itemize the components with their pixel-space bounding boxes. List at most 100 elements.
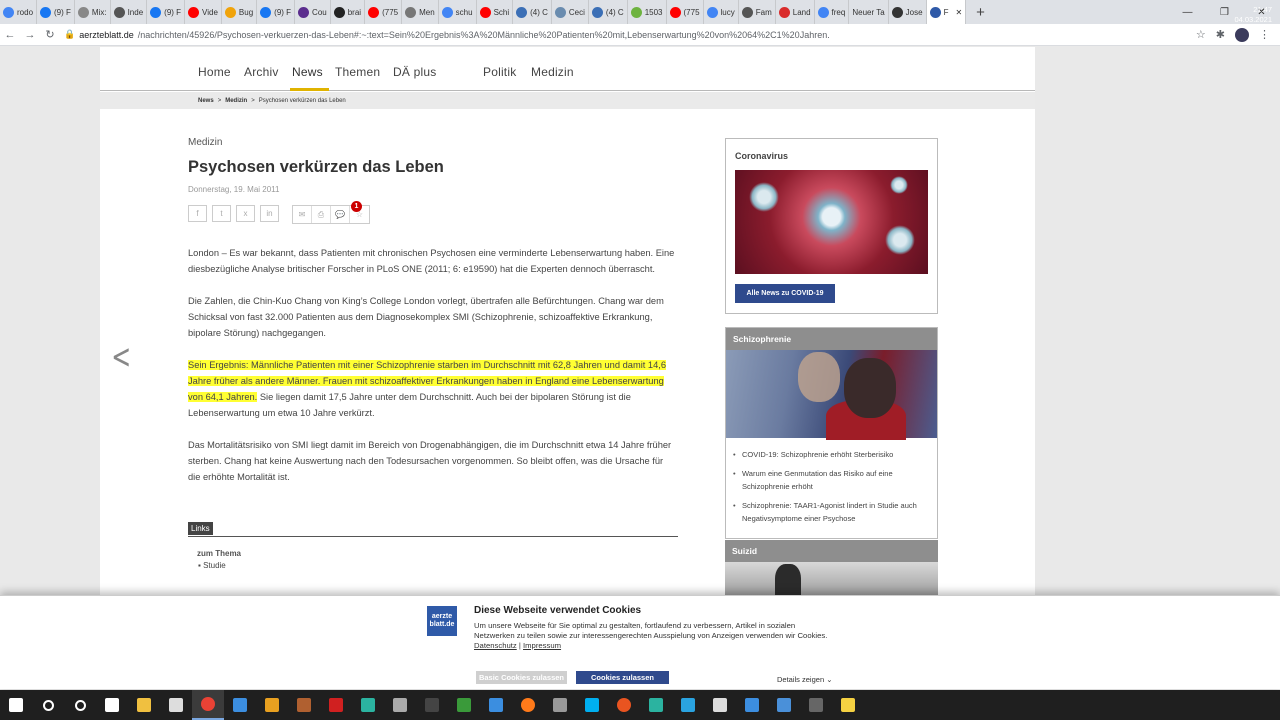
xing-share-icon[interactable]: x bbox=[236, 205, 255, 222]
browser-tab[interactable]: Jose bbox=[889, 0, 927, 24]
menu-icon[interactable]: ⋮ bbox=[1259, 28, 1270, 41]
app-pen-icon[interactable] bbox=[288, 690, 320, 720]
browser-tab[interactable]: freq bbox=[815, 0, 850, 24]
app-circle-icon[interactable] bbox=[384, 690, 416, 720]
nav-politik[interactable]: Politik bbox=[483, 65, 516, 79]
list-item[interactable]: COVID-19: Schizophrenie erhöht Sterberis… bbox=[733, 448, 929, 461]
notes-icon[interactable] bbox=[832, 690, 864, 720]
skype-icon[interactable] bbox=[576, 690, 608, 720]
browser-tab[interactable]: Neuer Ta bbox=[849, 0, 889, 24]
browser-tab[interactable]: (9) F bbox=[37, 0, 75, 24]
app-live-icon[interactable] bbox=[416, 690, 448, 720]
nav-news[interactable]: News bbox=[292, 65, 323, 79]
url-field[interactable]: 🔒 aerzteblatt.de/nachrichten/45926/Psych… bbox=[64, 29, 1196, 40]
back-icon[interactable]: ← bbox=[0, 29, 20, 41]
cortana-icon[interactable] bbox=[64, 690, 96, 720]
browser-tab[interactable]: (775 bbox=[667, 0, 704, 24]
file-explorer-icon[interactable] bbox=[128, 690, 160, 720]
imprint-link[interactable]: Impressum bbox=[523, 641, 561, 650]
facebook-share-icon[interactable]: f bbox=[188, 205, 207, 222]
app-active-icon[interactable] bbox=[640, 690, 672, 720]
app-red-icon[interactable] bbox=[320, 690, 352, 720]
forward-icon[interactable]: → bbox=[20, 29, 40, 41]
address-bar: ← → ↻ 🔒 aerzteblatt.de/nachrichten/45926… bbox=[0, 24, 1280, 46]
nav-home[interactable]: Home bbox=[198, 65, 231, 79]
browser-tab[interactable]: 1503 bbox=[628, 0, 667, 24]
minimize-button[interactable]: — bbox=[1169, 0, 1206, 24]
browser-tab[interactable]: Mix: bbox=[75, 0, 111, 24]
nav-themen[interactable]: Themen bbox=[335, 65, 380, 79]
links-item[interactable]: ▪ Studie bbox=[198, 561, 678, 570]
covid-news-button[interactable]: Alle News zu COVID-19 bbox=[735, 284, 835, 303]
schizophrenie-image[interactable] bbox=[726, 350, 937, 440]
browser-tab[interactable]: Fam bbox=[739, 0, 776, 24]
app-green-icon[interactable] bbox=[448, 690, 480, 720]
firefox-icon[interactable] bbox=[512, 690, 544, 720]
search-icon[interactable] bbox=[32, 690, 64, 720]
app-black-icon[interactable] bbox=[800, 690, 832, 720]
store-icon[interactable] bbox=[160, 690, 192, 720]
browser-tab[interactable]: brai bbox=[331, 0, 366, 24]
browser-tab[interactable]: rodo bbox=[0, 0, 38, 24]
browser-tab[interactable]: Bug bbox=[222, 0, 258, 24]
browser-tab[interactable]: F ✕ bbox=[926, 0, 967, 24]
link-studie[interactable]: Studie bbox=[203, 561, 226, 570]
browser-tab[interactable]: (9) F bbox=[147, 0, 186, 24]
details-toggle[interactable]: Details zeigen ⌄ bbox=[777, 675, 833, 684]
browser-tab[interactable]: Inde bbox=[111, 0, 148, 24]
edge-icon[interactable] bbox=[224, 690, 256, 720]
app-vscode-icon[interactable] bbox=[480, 690, 512, 720]
extensions-icon[interactable]: ✱ bbox=[1216, 28, 1225, 41]
twitter-share-icon[interactable]: t bbox=[212, 205, 231, 222]
bookmark-star-icon[interactable]: ☆ bbox=[1196, 28, 1206, 41]
browser-tab[interactable]: Men bbox=[402, 0, 439, 24]
browser-tab[interactable]: lucy bbox=[704, 0, 739, 24]
linkedin-share-icon[interactable]: in bbox=[260, 205, 279, 222]
app-orange-icon[interactable] bbox=[256, 690, 288, 720]
app-brush-icon[interactable] bbox=[544, 690, 576, 720]
browser-tab[interactable]: Land bbox=[776, 0, 815, 24]
details-label[interactable]: Details zeigen bbox=[777, 675, 824, 684]
app-dark-icon[interactable] bbox=[704, 690, 736, 720]
site-navigation: Home Archiv News Themen DÄ plus Politik … bbox=[100, 47, 1035, 91]
list-item[interactable]: Schizophrenie: TAAR1-Agonist lindert in … bbox=[733, 499, 929, 525]
nav-dae-plus[interactable]: DÄ plus bbox=[393, 65, 436, 79]
breadcrumb-medizin[interactable]: Medizin bbox=[225, 98, 247, 104]
app-teal-icon[interactable] bbox=[352, 690, 384, 720]
suizid-image[interactable] bbox=[725, 562, 938, 595]
browser-tab[interactable]: Schi bbox=[477, 0, 514, 24]
allow-cookies-button[interactable]: Cookies zulassen bbox=[576, 671, 669, 684]
browser-tab[interactable]: (9) F bbox=[257, 0, 296, 24]
browser-tab[interactable]: (4) C bbox=[513, 0, 552, 24]
system-clock[interactable]: 21:47 04.03.2021 bbox=[1234, 5, 1272, 25]
nav-medizin[interactable]: Medizin bbox=[531, 65, 574, 79]
browser-tab[interactable]: (4) C bbox=[589, 0, 628, 24]
list-item[interactable]: Warum eine Genmutation das Risiko auf ei… bbox=[733, 467, 929, 493]
coronavirus-image[interactable] bbox=[735, 170, 928, 274]
breadcrumb-news[interactable]: News bbox=[198, 98, 214, 104]
previous-article-icon[interactable]: < bbox=[111, 337, 131, 377]
browser-tab[interactable]: Ceci bbox=[552, 0, 589, 24]
windows-start-icon[interactable] bbox=[0, 690, 32, 720]
browser-tab[interactable]: (775 bbox=[365, 0, 403, 24]
tab-close-icon[interactable]: ✕ bbox=[955, 8, 962, 17]
nav-archiv[interactable]: Archiv bbox=[244, 65, 279, 79]
app-blue-icon[interactable] bbox=[736, 690, 768, 720]
comment-icon[interactable]: 💬 bbox=[331, 206, 350, 223]
browser-tab[interactable]: schu bbox=[439, 0, 477, 24]
basic-cookies-button[interactable]: Basic Cookies zulassen bbox=[476, 671, 567, 684]
ubuntu-icon[interactable] bbox=[608, 690, 640, 720]
new-tab-button[interactable]: + bbox=[966, 0, 995, 24]
chrome-icon[interactable] bbox=[192, 690, 224, 720]
print-icon[interactable]: ⎙ bbox=[312, 206, 331, 223]
profile-avatar[interactable] bbox=[1235, 27, 1249, 42]
email-icon[interactable]: ✉ bbox=[293, 206, 312, 223]
privacy-link[interactable]: Datenschutz bbox=[474, 641, 517, 650]
browser-tab[interactable]: Vide bbox=[185, 0, 222, 24]
tab-favicon-icon bbox=[891, 6, 903, 18]
browser-tab[interactable]: Cou bbox=[295, 0, 331, 24]
telegram-icon[interactable] bbox=[672, 690, 704, 720]
reload-icon[interactable]: ↻ bbox=[40, 28, 60, 41]
task-view-icon[interactable] bbox=[96, 690, 128, 720]
app-photo-icon[interactable] bbox=[768, 690, 800, 720]
